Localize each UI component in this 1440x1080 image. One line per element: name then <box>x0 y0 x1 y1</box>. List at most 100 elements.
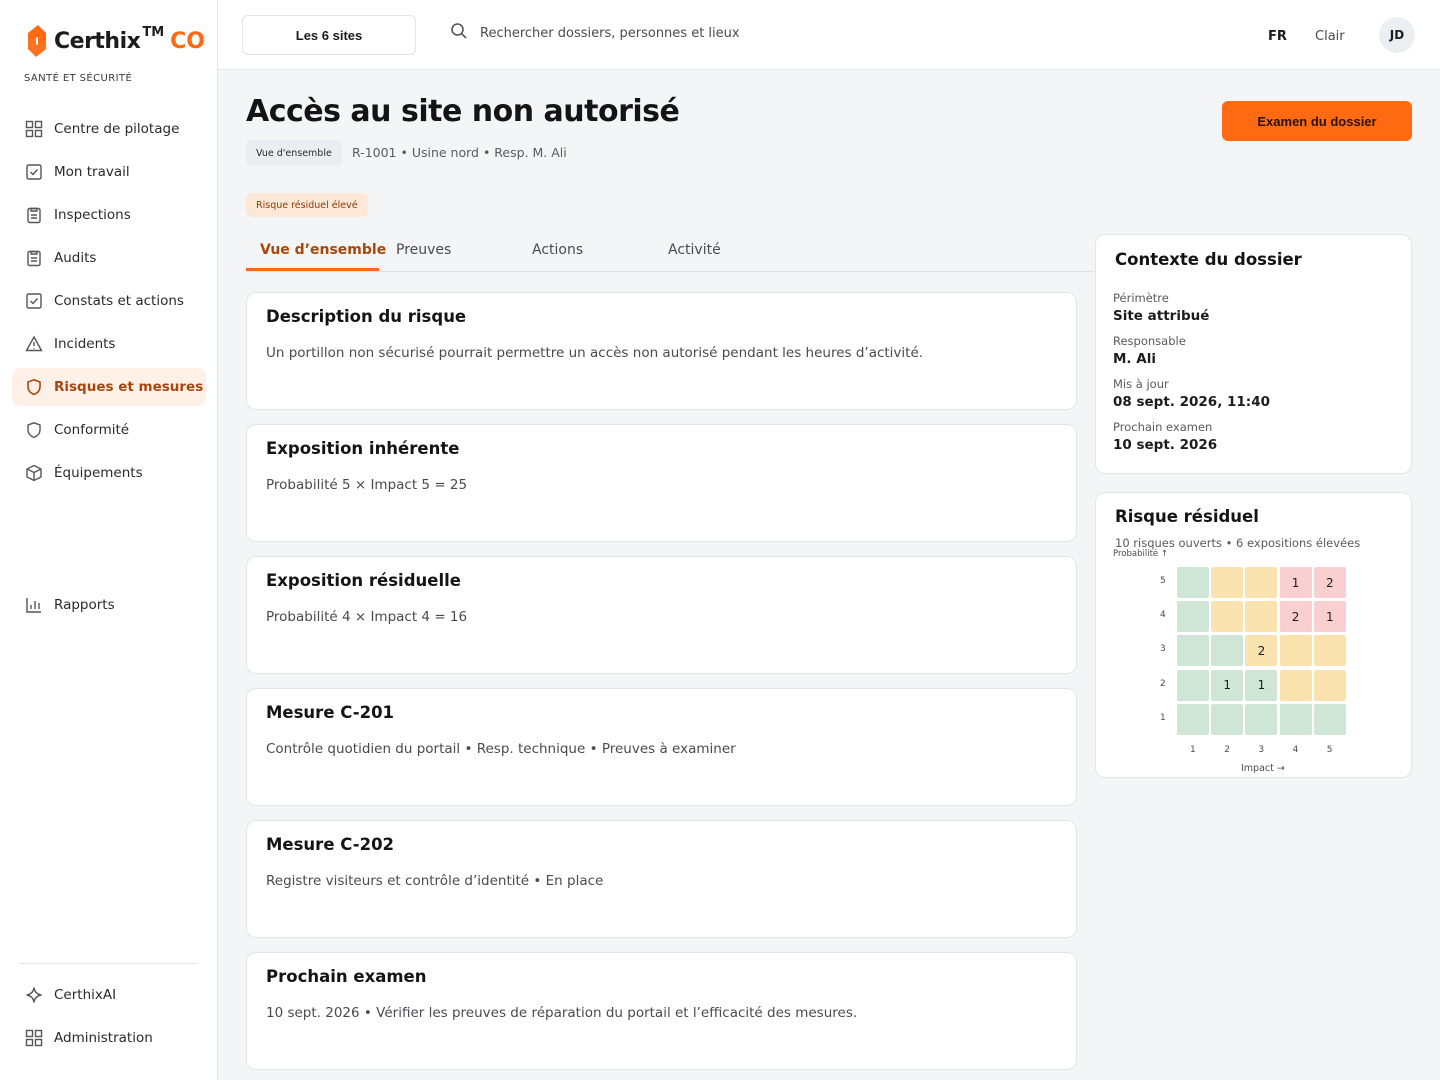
heatmap-cell[interactable] <box>1211 703 1244 735</box>
heatmap-cell[interactable]: 1 <box>1279 567 1312 598</box>
sidebar-item-risques-et-mesures[interactable]: Risques et mesures <box>12 368 206 406</box>
sidebar-item-label: Rapports <box>54 597 115 613</box>
heatmap-cell[interactable] <box>1211 601 1244 633</box>
heatmap-cell[interactable]: 2 <box>1245 635 1278 667</box>
heatmap-cell[interactable] <box>1245 703 1278 735</box>
y-tick-label: 5 <box>1160 576 1166 586</box>
owner-value: M. Ali <box>1113 351 1156 367</box>
theme-toggle[interactable]: Clair <box>1315 29 1345 44</box>
heatmap-cell[interactable] <box>1313 703 1346 735</box>
heatmap-cell[interactable]: 2 <box>1313 567 1346 598</box>
card-text: 10 sept. 2026 • Vérifier les preuves de … <box>266 1005 858 1021</box>
card-title: Contexte du dossier <box>1115 250 1302 269</box>
x-tick-label: 2 <box>1224 745 1230 755</box>
status-badge: Risque résiduel élevé <box>246 193 368 217</box>
sidebar-item-equipements[interactable]: Équipements <box>12 454 206 492</box>
sidebar-divider <box>20 963 198 964</box>
page-title: Accès au site non autorisé <box>246 94 680 129</box>
heatmap-cell[interactable] <box>1211 567 1244 598</box>
heatmap-cell[interactable] <box>1177 635 1209 667</box>
heatmap-cell[interactable] <box>1245 601 1278 633</box>
card-inherent-exposure: Exposition inhérente Probabilité 5 × Imp… <box>246 424 1077 542</box>
logo-icon <box>28 25 46 57</box>
overview-chip: Vue d'ensemble <box>246 140 342 166</box>
heatmap-cell[interactable] <box>1245 567 1278 598</box>
sidebar-item-label: Administration <box>54 1030 153 1046</box>
sidebar-item-centre-de-pilotage[interactable]: Centre de pilotage <box>12 110 206 148</box>
tab-actions[interactable]: Actions <box>532 242 583 258</box>
updated-label: Mis à jour <box>1113 377 1169 391</box>
heatmap-cell[interactable] <box>1279 635 1312 667</box>
brand-subtitle: SANTÉ ET SÉCURITÉ <box>24 73 133 84</box>
next-review-value: 10 sept. 2026 <box>1113 437 1218 453</box>
search-bar[interactable]: Rechercher dossiers, personnes et lieux <box>450 22 740 44</box>
sidebar-item-label: Audits <box>54 250 97 266</box>
card-title: Exposition inhérente <box>266 439 460 458</box>
sidebar-item-label: Mon travail <box>54 164 130 180</box>
heatmap-cell[interactable]: 1 <box>1211 669 1244 701</box>
site-selector-button[interactable]: Les 6 sites <box>242 15 416 55</box>
sidebar-item-administration[interactable]: Administration <box>12 1019 206 1057</box>
x-tick-label: 3 <box>1258 745 1265 755</box>
sidebar-item-certhixai[interactable]: CerthixAI <box>12 976 206 1014</box>
sidebar-item-rapports[interactable]: Rapports <box>12 586 206 624</box>
sidebar-item-label: Centre de pilotage <box>54 121 180 137</box>
sidebar-item-audits[interactable]: Audits <box>12 239 206 277</box>
tab-activite[interactable]: Activité <box>668 242 721 258</box>
heatmap-cell[interactable] <box>1177 601 1209 633</box>
review-case-button[interactable]: Examen du dossier <box>1222 101 1412 141</box>
heatmap-cell[interactable] <box>1313 635 1346 667</box>
shield-icon <box>24 377 44 397</box>
heatmap-cell[interactable]: 1 <box>1313 601 1346 633</box>
updated-value: 08 sept. 2026, 11:40 <box>1113 394 1270 410</box>
search-input[interactable]: Rechercher dossiers, personnes et lieux <box>480 26 740 41</box>
card-text: Probabilité 5 × Impact 5 = 25 <box>266 477 468 493</box>
brand-suffix: CO <box>170 28 205 54</box>
heatmap-cell[interactable] <box>1313 669 1346 701</box>
heatmap-cell[interactable] <box>1177 669 1209 701</box>
bar-chart-icon <box>24 595 44 615</box>
card-title: Risque résiduel <box>1115 507 1259 526</box>
heatmap-cell[interactable] <box>1211 635 1244 667</box>
tab-preuves[interactable]: Preuves <box>396 242 451 258</box>
sidebar-item-mon-travail[interactable]: Mon travail <box>12 153 206 191</box>
next-review-label: Prochain examen <box>1113 420 1213 434</box>
card-text: Un portillon non sécurisé pourrait perme… <box>266 345 924 361</box>
checkbox-icon <box>24 162 44 182</box>
card-title: Exposition résiduelle <box>266 571 461 590</box>
clipboard-icon <box>24 205 44 225</box>
x-tick-label: 1 <box>1190 745 1196 755</box>
card-risk-description: Description du risque Un portillon non s… <box>246 292 1077 410</box>
sidebar-item-constats-et-actions[interactable]: Constats et actions <box>12 282 206 320</box>
y-tick-label: 2 <box>1160 678 1166 689</box>
top-bar: Les 6 sites Rechercher dossiers, personn… <box>218 0 1440 70</box>
avatar[interactable]: JD <box>1379 17 1415 53</box>
heatmap-cell[interactable]: 1 <box>1245 669 1278 701</box>
sidebar-item-conformite[interactable]: Conformité <box>12 411 206 449</box>
active-tab-indicator <box>246 268 379 271</box>
y-tick-label: 3 <box>1160 644 1166 655</box>
card-text: Contrôle quotidien du portail • Resp. te… <box>266 741 736 757</box>
card-measure-c202[interactable]: Mesure C-202 Registre visiteurs et contr… <box>246 820 1077 938</box>
heatmap-cell[interactable] <box>1177 703 1209 735</box>
heatmap-cell[interactable]: 2 <box>1279 601 1312 633</box>
brand-trademark: TM <box>142 24 165 40</box>
sidebar-item-incidents[interactable]: Incidents <box>12 325 206 363</box>
scope-value: Site attribué <box>1113 308 1210 324</box>
brand-logo[interactable]: Certhix TM CO <box>24 24 205 58</box>
sidebar-item-label: Incidents <box>54 336 116 352</box>
heatmap-cell[interactable] <box>1279 703 1312 735</box>
residual-risk-summary: 10 risques ouverts • 6 expositions élevé… <box>1115 536 1361 550</box>
grid-icon <box>24 119 44 139</box>
sidebar-item-label: Inspections <box>54 207 131 223</box>
language-toggle[interactable]: FR <box>1268 29 1287 44</box>
card-title: Mesure C-202 <box>266 835 395 854</box>
card-measure-c201[interactable]: Mesure C-201 Contrôle quotidien du porta… <box>246 688 1077 806</box>
tab-vue-ensemble[interactable]: Vue d’ensemble <box>260 242 386 258</box>
sidebar-item-inspections[interactable]: Inspections <box>12 196 206 234</box>
heatmap-cell[interactable] <box>1177 567 1209 598</box>
shield-icon <box>24 420 44 440</box>
y-tick-label: 4 <box>1160 610 1166 621</box>
card-text: Registre visiteurs et contrôle d’identit… <box>266 873 604 889</box>
heatmap-cell[interactable] <box>1279 669 1312 701</box>
